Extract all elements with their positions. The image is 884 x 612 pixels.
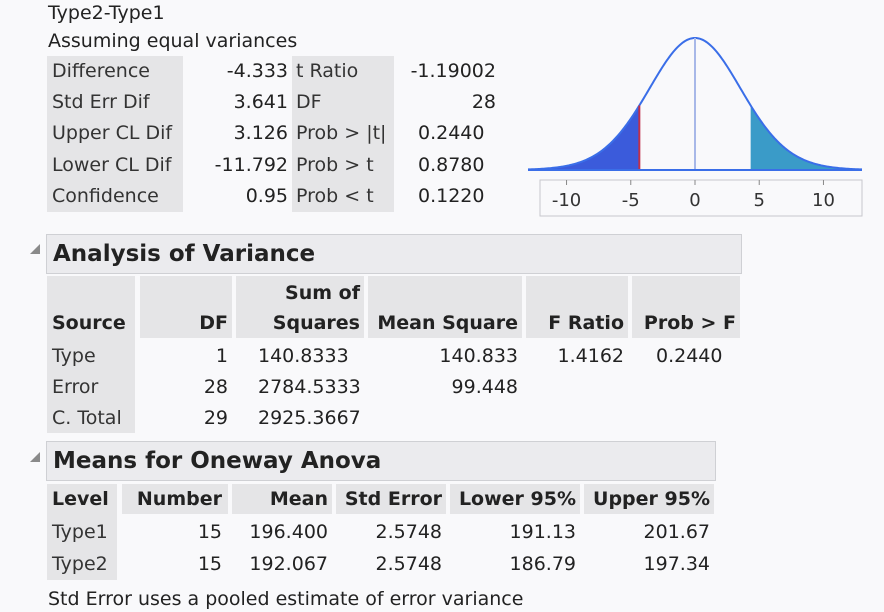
means-row-se: 2.5748 [375, 553, 442, 575]
x-tick-label: 5 [754, 190, 765, 211]
ttest-title: Type2-Type1 [48, 2, 165, 24]
anova-row-source: C. Total [52, 407, 122, 429]
ttest-row-value: -4.333 [226, 60, 288, 82]
means-col-mean[interactable]: Mean [232, 488, 328, 510]
means-row-mean: 196.400 [249, 521, 328, 543]
anova-row-ms: 99.448 [451, 376, 518, 398]
ttest-row-label: Std Err Dif [52, 91, 150, 113]
anova-heading[interactable]: Analysis of Variance [46, 234, 742, 274]
anova-row-df: 28 [203, 376, 228, 398]
anova-col-ss-top: Sum of [285, 282, 360, 304]
means-heading[interactable]: Means for Oneway Anova [46, 441, 716, 481]
means-row-mean: 192.067 [249, 553, 328, 575]
means-row-lower: 186.79 [509, 553, 576, 575]
anova-col-ms[interactable]: Mean Square [368, 312, 518, 334]
t-distribution-plot: -10 -5 0 5 10 [527, 36, 863, 217]
means-footnote: Std Error uses a pooled estimate of erro… [48, 588, 524, 610]
means-row-number: 15 [197, 521, 222, 543]
ttest-row-value: 3.126 [233, 122, 288, 144]
disclosure-triangle-icon[interactable] [30, 452, 40, 462]
ttest-stat-label: Prob < t [296, 185, 374, 207]
ttest-row-value: -11.792 [214, 154, 288, 176]
anova-col-p[interactable]: Prob > F [632, 312, 736, 334]
means-row-upper: 201.67 [643, 521, 710, 543]
means-row-level: Type1 [52, 521, 108, 543]
ttest-stat-value: -1.19002 [410, 60, 496, 82]
anova-row-ms: 140.833 [439, 345, 518, 367]
anova-col-df[interactable]: DF [140, 312, 228, 334]
ttest-stat-value: 28 [471, 91, 496, 113]
ttest-row-label: Difference [52, 60, 150, 82]
ttest-subtitle: Assuming equal variances [48, 30, 298, 52]
means-row-upper: 197.34 [643, 553, 710, 575]
anova-row-p: 0.2440 [656, 345, 723, 367]
x-tick-label: -10 [552, 190, 581, 211]
means-col-se[interactable]: Std Error [336, 488, 442, 510]
anova-row-source: Error [52, 376, 99, 398]
x-tick-label: -5 [622, 190, 640, 211]
x-tick-label: 10 [812, 190, 835, 211]
ttest-stat-value: 0.1220 [418, 185, 485, 207]
means-col-number[interactable]: Number [122, 488, 222, 510]
ttest-stat-label: DF [296, 91, 322, 113]
anova-row-ss: 140.8333 [258, 345, 349, 367]
anova-row-df: 29 [203, 407, 228, 429]
anova-row-ss: 2925.3667 [258, 407, 361, 429]
means-row-lower: 191.13 [509, 521, 576, 543]
anova-row-ss: 2784.5333 [258, 376, 361, 398]
x-tick-label: 0 [689, 190, 700, 211]
anova-row-source: Type [52, 345, 96, 367]
ttest-row-value: 0.95 [245, 185, 288, 207]
means-row-se: 2.5748 [375, 521, 442, 543]
means-row-number: 15 [197, 553, 222, 575]
means-col-level[interactable]: Level [52, 488, 109, 510]
anova-row-f: 1.4162 [557, 345, 624, 367]
means-col-lower[interactable]: Lower 95% [450, 488, 576, 510]
means-row-level: Type2 [52, 553, 108, 575]
ttest-row-label: Upper CL Dif [52, 122, 173, 144]
ttest-stat-label: Prob > t [296, 154, 374, 176]
ttest-row-value: 3.641 [233, 91, 288, 113]
ttest-stat-label: t Ratio [296, 60, 359, 82]
ttest-stat-value: 0.2440 [418, 122, 485, 144]
ttest-stat-value: 0.8780 [418, 154, 485, 176]
anova-col-ss[interactable]: Squares [236, 312, 360, 334]
disclosure-triangle-icon[interactable] [30, 244, 40, 254]
anova-col-f[interactable]: F Ratio [526, 312, 624, 334]
ttest-row-label: Confidence [52, 185, 159, 207]
ttest-stat-label: Prob > |t| [296, 122, 387, 144]
anova-col-source[interactable]: Source [52, 312, 126, 334]
ttest-row-label: Lower CL Dif [52, 154, 172, 176]
anova-row-df: 1 [215, 345, 228, 367]
means-col-upper[interactable]: Upper 95% [584, 488, 710, 510]
